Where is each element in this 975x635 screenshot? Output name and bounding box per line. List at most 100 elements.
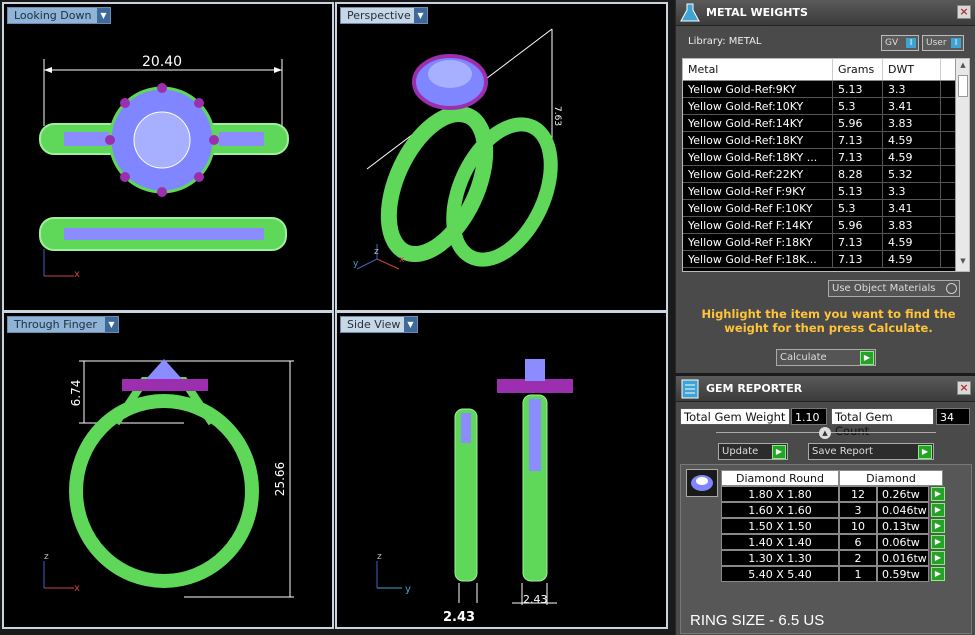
metal-table-scrollbar[interactable]: ▲ ▼ xyxy=(955,59,969,271)
metal-name-cell: Yellow Gold-Ref F:10KY xyxy=(683,200,833,216)
metal-name-cell: Yellow Gold-Ref:18KY xyxy=(683,132,833,148)
col-metal[interactable]: Metal xyxy=(683,59,833,80)
table-row[interactable]: Yellow Gold-Ref F:18K... 7.13 4.59 xyxy=(683,251,969,268)
gem-size-cell: 1.80 X 1.80 xyxy=(721,486,839,502)
metal-weights-header: METAL WEIGHTS × xyxy=(676,0,975,26)
gem-weight-cell: 0.13tw xyxy=(877,518,929,534)
gem-header-shape: Diamond Round xyxy=(721,470,839,486)
gem-weight-cell: 0.59tw xyxy=(877,566,929,582)
library-label: Library: METAL xyxy=(688,36,762,47)
gem-size-cell: 1.40 X 1.40 xyxy=(721,534,839,550)
axis-x-label: x xyxy=(74,583,80,594)
viewport-perspective[interactable]: Perspective ▼ 7.63 z y x xyxy=(335,2,668,312)
metal-name-cell: Yellow Gold-Ref:10KY xyxy=(683,98,833,114)
dwt-cell: 4.59 xyxy=(883,149,941,165)
gem-count-cell: 2 xyxy=(839,550,877,566)
dwt-cell: 3.3 xyxy=(883,183,941,199)
gem-size-cell: 1.30 X 1.30 xyxy=(721,550,839,566)
side-view-drawing: 2.43 2.43 z y xyxy=(376,359,573,625)
close-icon[interactable]: × xyxy=(957,381,971,395)
gem-table-area: Diamond Round Diamond 1.80 X 1.80 12 0.26t… xyxy=(680,464,972,634)
table-row[interactable]: Yellow Gold-Ref:18KY ... 7.13 4.59 xyxy=(683,149,969,166)
viewport-looking-down[interactable]: Looking Down ▼ 20.40 x xyxy=(2,2,334,312)
gem-row-select-button[interactable]: ▶ xyxy=(931,535,945,549)
gem-weight-cell: 0.26tw xyxy=(877,486,929,502)
metal-name-cell: Yellow Gold-Ref:14KY xyxy=(683,115,833,131)
update-button[interactable]: Update ▶ xyxy=(718,443,788,460)
dwt-cell: 3.41 xyxy=(883,200,941,216)
scroll-thumb[interactable] xyxy=(958,75,968,97)
grams-cell: 8.28 xyxy=(833,166,883,182)
total-gem-count-value: 34 xyxy=(936,408,970,425)
col-grams[interactable]: Grams xyxy=(833,59,883,80)
gem-size-cell: 1.60 X 1.60 xyxy=(721,502,839,518)
dim-band-width-left: 2.43 xyxy=(443,610,475,625)
dim-width-label: 20.40 xyxy=(142,54,182,70)
gem-count-cell: 6 xyxy=(839,534,877,550)
axis-x-label: x xyxy=(399,255,405,265)
table-row[interactable]: Yellow Gold-Ref F:10KY 5.3 3.41 xyxy=(683,200,969,217)
grams-cell: 7.13 xyxy=(833,234,883,250)
axis-y-label: y xyxy=(405,584,411,595)
grams-cell: 5.96 xyxy=(833,217,883,233)
chevron-down-icon[interactable]: ▼ xyxy=(105,317,118,332)
metal-table[interactable]: Metal Grams DWT Yellow Gold-Ref:9KY 5.13 3… xyxy=(682,58,970,272)
table-row[interactable]: Yellow Gold-Ref:10KY 5.3 3.41 xyxy=(683,98,969,115)
table-row[interactable]: Yellow Gold-Ref F:14KY 5.96 3.83 xyxy=(683,217,969,234)
gem-row-select-button[interactable]: ▶ xyxy=(931,551,945,565)
metal-name-cell: Yellow Gold-Ref:9KY xyxy=(683,81,833,97)
viewport-side-view[interactable]: Side View ▼ 2.43 2.43 z y xyxy=(335,311,668,629)
table-row[interactable]: Yellow Gold-Ref:18KY 7.13 4.59 xyxy=(683,132,969,149)
metal-name-cell: Yellow Gold-Ref F:18K... xyxy=(683,251,833,267)
axis-z-label: z xyxy=(374,247,379,257)
axis-x-label: x xyxy=(74,269,80,280)
save-report-button[interactable]: Save Report ▶ xyxy=(808,443,934,460)
dwt-cell: 3.83 xyxy=(883,217,941,233)
table-row[interactable]: Yellow Gold-Ref:9KY 5.13 3.3 xyxy=(683,81,969,98)
gem-weight-cell: 0.016tw xyxy=(877,550,929,566)
metal-name-cell: Yellow Gold-Ref F:18KY xyxy=(683,234,833,250)
metal-name-cell: Yellow Gold-Ref:18KY ... xyxy=(683,149,833,165)
use-object-materials-toggle[interactable]: Use Object Materials xyxy=(828,280,960,297)
chevron-down-icon[interactable]: ▼ xyxy=(404,317,417,332)
gem-row-select-button[interactable]: ▶ xyxy=(931,487,945,501)
col-dwt[interactable]: DWT xyxy=(883,59,941,80)
gem-count-cell: 1 xyxy=(839,566,877,582)
viewport-tab-side-view[interactable]: Side View ▼ xyxy=(340,316,418,333)
radio-icon xyxy=(946,283,957,294)
viewport-tab-perspective[interactable]: Perspective ▼ xyxy=(340,7,428,24)
grams-cell: 5.13 xyxy=(833,183,883,199)
table-row[interactable]: Yellow Gold-Ref:14KY 5.96 3.83 xyxy=(683,115,969,132)
gem-size-cell: 5.40 X 5.40 xyxy=(721,566,839,582)
viewport-tab-through-finger[interactable]: Through Finger ▼ xyxy=(7,316,119,333)
chevron-down-icon[interactable]: ▼ xyxy=(414,8,427,23)
user-toggle[interactable]: User I xyxy=(922,35,964,51)
dwt-cell: 3.83 xyxy=(883,115,941,131)
table-row[interactable]: Yellow Gold-Ref F:18KY 7.13 4.59 xyxy=(683,234,969,251)
gv-toggle[interactable]: GV I xyxy=(881,35,919,51)
dim-head-height-label: 6.74 xyxy=(69,380,83,407)
chevron-down-icon[interactable]: ▼ xyxy=(97,8,110,23)
gem-count-cell: 12 xyxy=(839,486,877,502)
close-icon[interactable]: × xyxy=(957,5,971,19)
grams-cell: 5.3 xyxy=(833,98,883,114)
scroll-down-icon[interactable]: ▼ xyxy=(956,257,969,269)
perspective-view-drawing: 7.63 z y x xyxy=(353,28,562,270)
calculate-button[interactable]: Calculate ▶ xyxy=(776,349,876,366)
viewport-tab-looking-down[interactable]: Looking Down ▼ xyxy=(7,7,111,24)
total-gem-weight-label: Total Gem Weight xyxy=(680,408,790,425)
ring-size-label: RING SIZE - 6.5 US xyxy=(690,612,825,629)
gem-row-select-button[interactable]: ▶ xyxy=(931,503,945,517)
viewport-through-finger[interactable]: Through Finger ▼ 6.74 25.66 z x xyxy=(2,311,334,629)
gem-row-select-button[interactable]: ▶ xyxy=(931,567,945,581)
table-row[interactable]: Yellow Gold-Ref:22KY 8.28 5.32 xyxy=(683,166,969,183)
dwt-cell: 3.3 xyxy=(883,81,941,97)
collapse-icon[interactable]: ▲ xyxy=(819,427,831,439)
scroll-up-icon[interactable]: ▲ xyxy=(956,61,969,73)
dim-band-width-right: 2.43 xyxy=(523,593,548,606)
gem-size-cell: 1.50 X 1.50 xyxy=(721,518,839,534)
gem-count-cell: 10 xyxy=(839,518,877,534)
gem-row-select-button[interactable]: ▶ xyxy=(931,519,945,533)
table-row[interactable]: Yellow Gold-Ref F:9KY 5.13 3.3 xyxy=(683,183,969,200)
gem-reporter-header: GEM REPORTER × xyxy=(676,376,975,402)
